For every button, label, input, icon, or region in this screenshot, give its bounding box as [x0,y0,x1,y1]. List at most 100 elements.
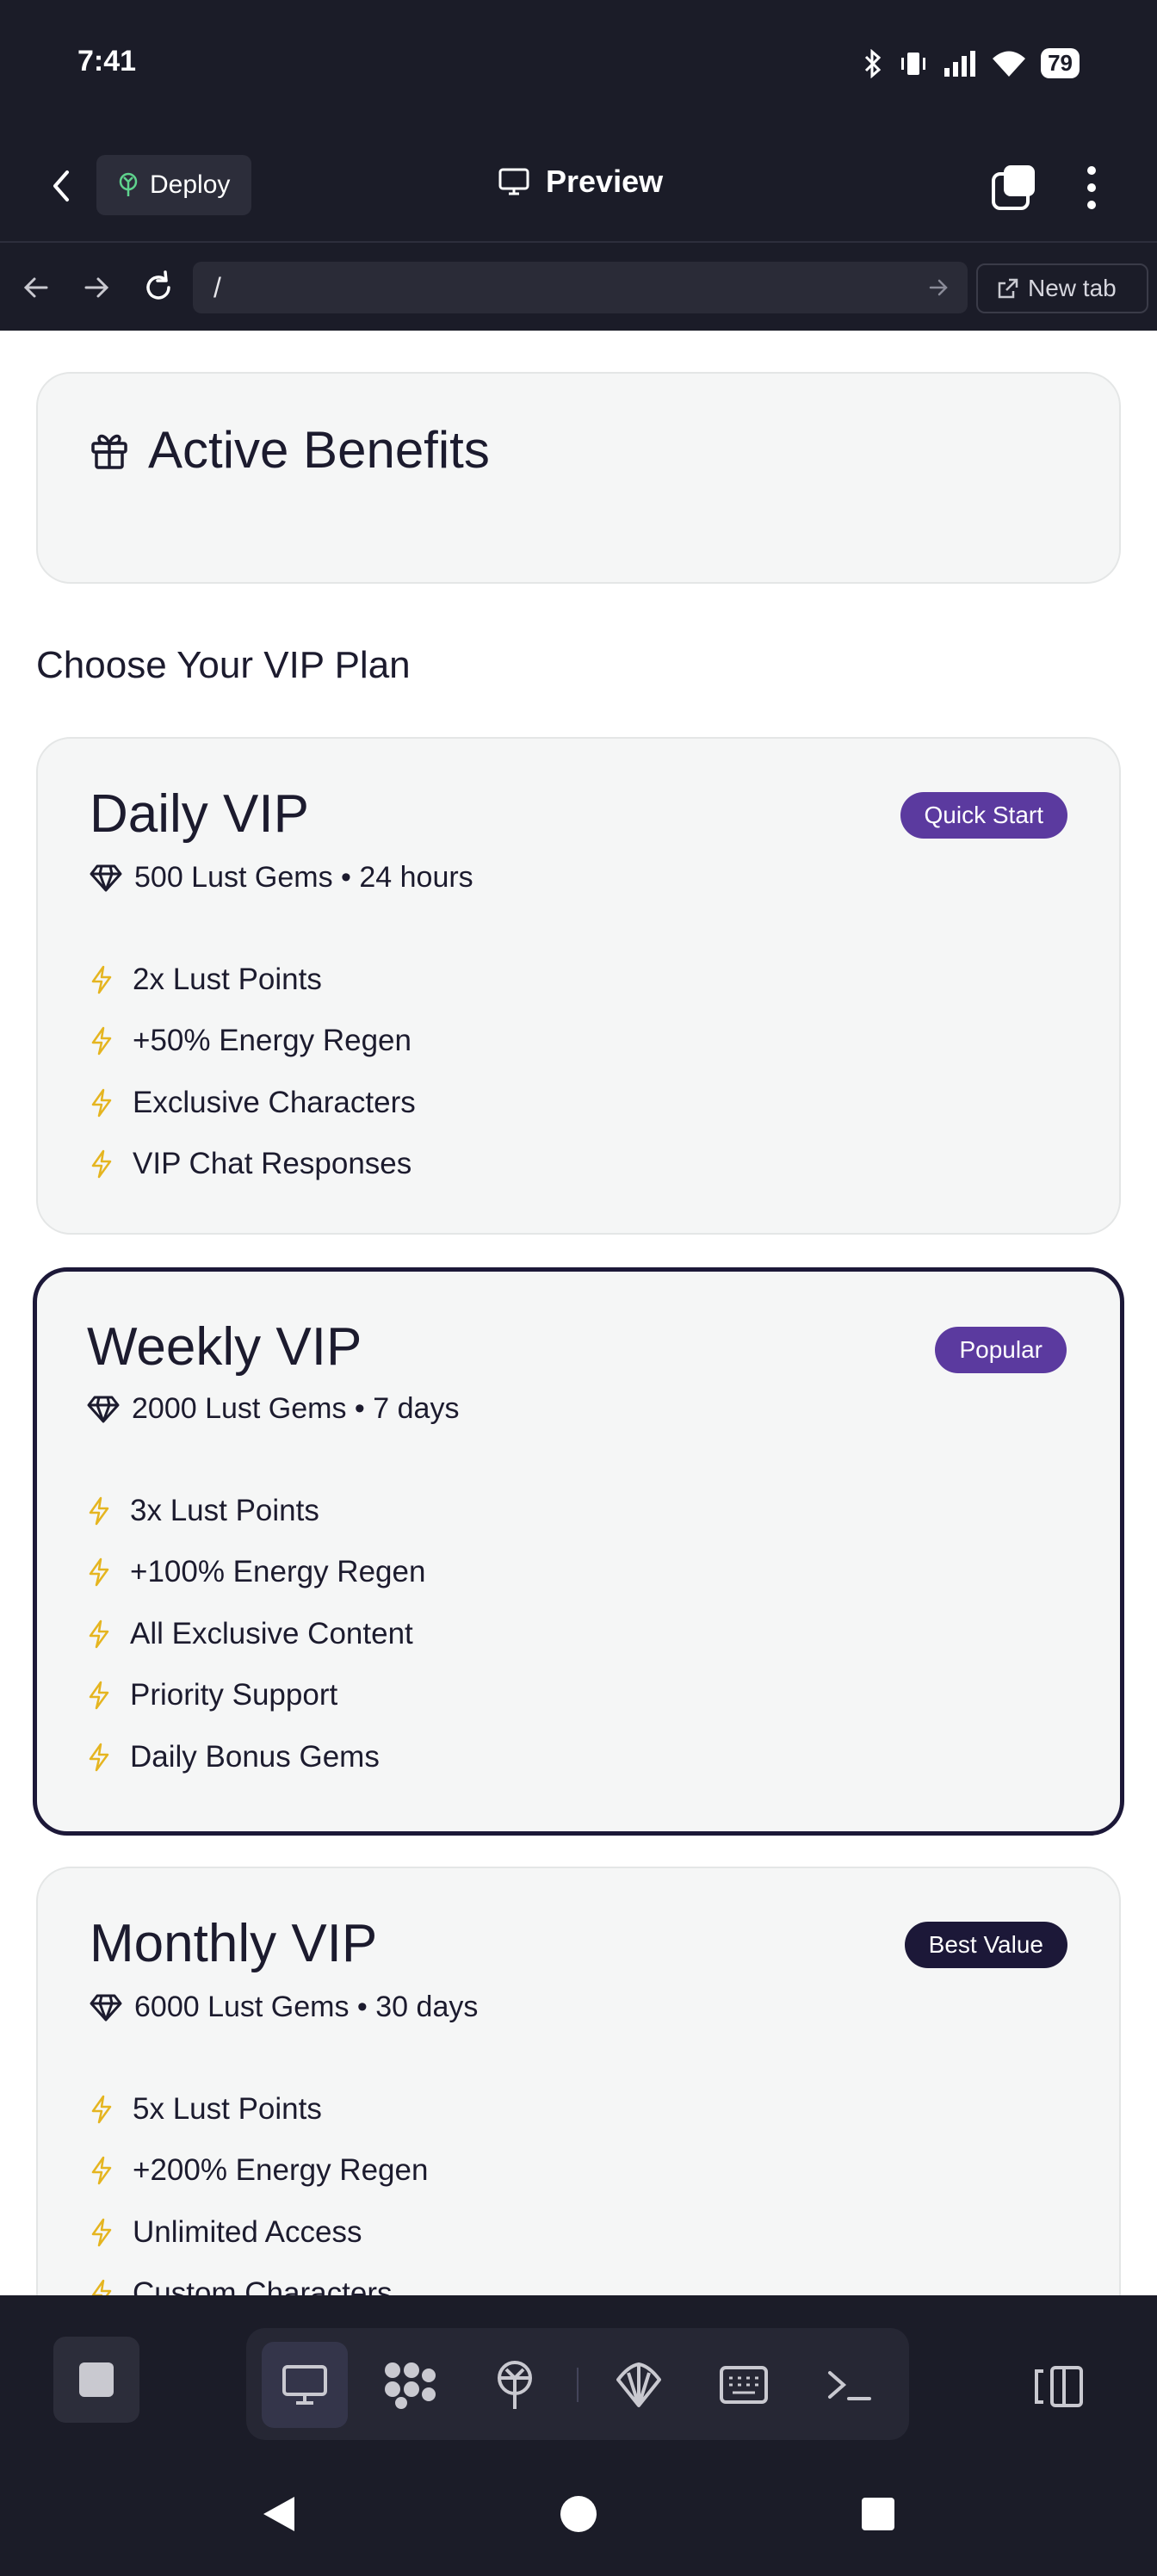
nav-back-icon[interactable] [17,269,55,307]
benefits-title: Active Benefits [148,421,490,479]
feature-label: 5x Lust Points [133,2091,322,2126]
go-arrow-icon[interactable] [926,276,950,300]
shell-icon [616,2362,661,2407]
feature-label: 2x Lust Points [133,962,322,996]
lightning-icon [91,1088,112,1117]
monitor-icon [498,168,529,195]
feature-item: Custom Characters [90,2263,428,2295]
feature-item: VIP Chat Responses [90,1134,416,1196]
feature-item: +200% Energy Regen [90,2140,428,2202]
keyboard-icon [720,2366,768,2404]
wifi-icon [993,51,1026,77]
back-icon[interactable] [45,165,79,207]
feature-item: Daily Bonus Gems [87,1726,425,1788]
feature-label: Priority Support [130,1678,338,1712]
feature-label: +200% Energy Regen [133,2153,429,2188]
plan-meta-text: 6000 Lust Gems • 30 days [134,1991,479,2023]
feature-list: 2x Lust Points +50% Energy Regen Exclusi… [90,949,416,1195]
page-title: Preview [498,164,663,200]
battery-indicator: 79 [1041,48,1080,78]
gem-icon [90,1994,122,2021]
feature-item: 3x Lust Points [87,1480,425,1542]
plan-title: Weekly VIP [87,1317,362,1377]
feature-label: Unlimited Access [133,2214,362,2249]
signal-icon [944,50,976,77]
terminal-icon [828,2371,871,2400]
plan-badge: Best Value [904,1922,1067,1968]
url-input[interactable]: / [193,262,968,313]
status-time: 7:41 [77,45,137,77]
lightning-icon [89,1743,109,1771]
feature-item: Exclusive Characters [90,1072,416,1134]
feature-item: Priority Support [87,1665,425,1727]
plans-section-title: Choose Your VIP Plan [36,644,411,686]
lightning-icon [89,1619,109,1648]
feature-label: All Exclusive Content [130,1616,413,1650]
stop-icon [79,2362,114,2397]
keyboard-tool-button[interactable] [701,2342,787,2428]
lightning-icon [89,1558,109,1587]
preview-tool-button[interactable] [262,2342,348,2428]
feature-label: Exclusive Characters [133,1085,416,1119]
terminal-tool-button[interactable] [806,2342,892,2428]
nav-forward-icon[interactable] [77,269,115,307]
lightning-icon [91,1027,112,1056]
shell-tool-button[interactable] [596,2342,682,2428]
system-recents-icon[interactable] [861,2497,895,2531]
side-panel-icon[interactable] [1033,2362,1085,2411]
more-options-icon[interactable] [1074,162,1109,214]
plan-meta: 500 Lust Gems • 24 hours [90,861,473,895]
plan-card-daily[interactable]: Daily VIP Quick Start 500 Lust Gems • 24… [36,737,1121,1235]
page-content: Active Benefits Choose Your VIP Plan Dai… [0,331,1157,2295]
lightning-icon [89,1681,109,1710]
app-header: Deploy Preview [0,129,1157,243]
external-link-icon [998,278,1018,299]
gem-icon [90,864,122,891]
lightning-icon [91,965,112,994]
system-back-icon[interactable] [260,2493,298,2535]
plan-meta-text: 2000 Lust Gems • 7 days [132,1392,460,1425]
status-icons: 79 [862,48,1080,78]
plan-card-monthly[interactable]: Monthly VIP Best Value 6000 Lust Gems • … [36,1867,1121,2295]
vibrate-icon [901,52,926,75]
deploy-tool-button[interactable] [472,2342,558,2428]
feature-label: 3x Lust Points [130,1493,319,1527]
lightning-icon [91,2095,112,2123]
active-benefits-card: Active Benefits [36,372,1121,584]
feature-item: +50% Energy Regen [90,1011,416,1073]
feature-label: Daily Bonus Gems [130,1739,380,1774]
new-tab-label: New tab [1028,275,1117,301]
system-navigation-bar [0,2454,1157,2576]
monitor-icon [282,2365,327,2405]
stop-button[interactable] [53,2337,139,2423]
tabs-icon[interactable] [988,162,1040,214]
url-value: / [213,272,221,303]
tool-group [246,2328,909,2440]
deploy-button[interactable]: Deploy [96,155,251,215]
bottom-toolbar [0,2295,1157,2463]
feature-item: +100% Energy Regen [87,1542,425,1604]
tool-divider [577,2368,578,2402]
gem-icon [87,1396,120,1422]
plan-badge: Quick Start [900,792,1067,839]
bluetooth-icon [865,48,882,78]
feature-item: 2x Lust Points [90,949,416,1011]
plan-title: Monthly VIP [90,1914,378,1973]
gift-icon [91,434,127,469]
deploy-label: Deploy [150,170,231,199]
plan-title: Daily VIP [90,784,309,844]
lightning-icon [91,2157,112,2185]
plan-meta-text: 500 Lust Gems • 24 hours [134,861,473,894]
status-bar: 7:41 79 [0,0,1157,129]
system-home-icon[interactable] [560,2495,597,2533]
new-tab-button[interactable]: New tab [976,263,1148,313]
feature-list: 5x Lust Points +200% Energy Regen Unlimi… [90,2078,428,2295]
plan-card-weekly[interactable]: Weekly VIP Popular 2000 Lust Gems • 7 da… [33,1267,1124,1836]
deploy-icon [119,172,138,196]
workflow-icon [385,2362,436,2409]
workflow-tool-button[interactable] [367,2342,453,2428]
reload-icon[interactable] [139,269,177,307]
lightning-icon [91,2218,112,2246]
benefits-heading: Active Benefits [90,420,490,480]
feature-label: VIP Chat Responses [133,1147,412,1181]
